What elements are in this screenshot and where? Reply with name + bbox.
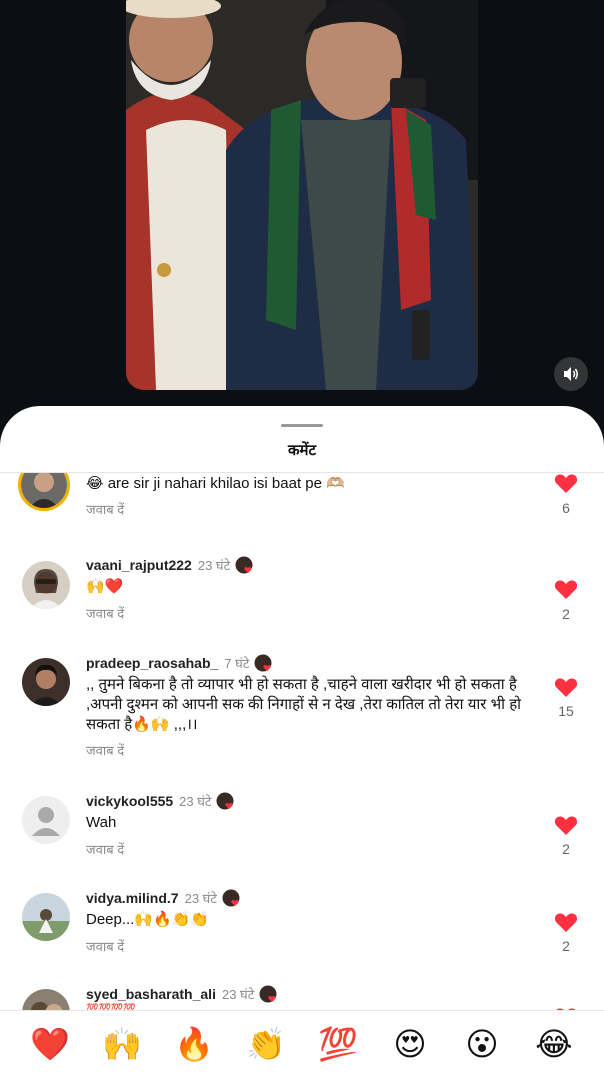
emoji-reaction-bar: ❤️ 🙌 🔥 👏 💯 😍 😮 😂 — [0, 1010, 604, 1076]
comment-meta: pradeep_raosahab_ 7 घंटे — [86, 653, 273, 673]
avatar[interactable] — [22, 561, 70, 609]
creator-liked-icon — [254, 654, 272, 671]
sheet-title: कमेंट — [287, 442, 317, 459]
comment-item: pradeep_raosahab_ 7 घंटे ,, तुमने बिकना … — [0, 653, 604, 763]
emoji-raised-hands-button[interactable]: 🙌 — [100, 1026, 144, 1062]
mute-toggle-button[interactable] — [554, 357, 588, 391]
emoji-fire-button[interactable]: 🔥 — [172, 1026, 216, 1062]
avatar[interactable] — [22, 989, 70, 1010]
video-player[interactable] — [126, 0, 478, 390]
reply-button[interactable]: जवाब दें — [86, 500, 124, 518]
avatar-image — [22, 561, 70, 609]
video-frame-image — [126, 0, 478, 390]
comment-text: 😂 are sir ji nahari khilao isi baat pe 🫶… — [86, 475, 345, 492]
like-count: 2 — [562, 938, 570, 954]
avatar[interactable] — [22, 796, 70, 844]
creator-liked-icon — [259, 985, 277, 1002]
heart-icon[interactable] — [554, 911, 578, 933]
like-count: 2 — [562, 841, 570, 857]
emoji-hundred-button[interactable]: 💯 — [316, 1026, 360, 1062]
timestamp: 23 घंटे — [197, 558, 231, 573]
heart-icon[interactable] — [554, 814, 578, 836]
comment-meta: vidya.milind.7 23 घंटे — [86, 888, 241, 908]
creator-liked-icon — [222, 889, 240, 906]
username[interactable]: vidya.milind.7 — [86, 890, 179, 906]
timestamp: 23 घंटे — [179, 794, 212, 809]
video-area — [0, 0, 604, 420]
comment-item: vaani_rajput222 23 घंटे 🙌❤️ जवाब दें 2 — [0, 555, 604, 625]
avatar[interactable] — [18, 473, 70, 511]
speaker-icon — [564, 367, 579, 381]
avatar[interactable] — [22, 658, 70, 706]
comment-text: Wah — [86, 814, 117, 831]
comment-item: syed_basharath_ali 23 घंटे 💯💯💯💯 — [0, 984, 604, 1010]
reply-button[interactable]: जवाब दें — [86, 937, 124, 955]
username[interactable]: vaani_rajput222 — [86, 557, 192, 573]
comment-item: vickykool555 23 घंटे Wah जवाब दें 2 — [0, 791, 604, 861]
timestamp: 23 घंटे — [184, 891, 217, 906]
reply-button[interactable]: जवाब दें — [86, 741, 124, 759]
comment-text: 🙌❤️ — [86, 578, 124, 595]
comment-item: vidya.milind.7 23 घंटे Deep...🙌🔥👏👏 जवाब … — [0, 888, 604, 958]
username[interactable]: syed_basharath_ali — [86, 986, 216, 1002]
heart-icon[interactable] — [554, 578, 578, 600]
timestamp: 23 घंटे — [221, 987, 255, 1002]
emoji-surprised-button[interactable]: 😮 — [460, 1026, 504, 1062]
like-count: 15 — [558, 703, 574, 719]
like-count: 2 — [562, 606, 570, 622]
comment-text: Deep...🙌🔥👏👏 — [86, 911, 210, 928]
comment-text: ,, तुमने बिकना है तो व्यापार भी हो सकता … — [86, 676, 522, 733]
username[interactable]: pradeep_raosahab_ — [86, 655, 218, 671]
avatar-image — [21, 473, 67, 508]
reply-button[interactable]: जवाब दें — [86, 604, 124, 622]
creator-liked-icon — [216, 792, 234, 809]
comment-meta: vaani_rajput222 23 घंटे — [86, 555, 254, 575]
avatar-image — [22, 989, 70, 1010]
creator-liked-icon — [235, 556, 253, 573]
heart-icon[interactable] — [554, 473, 578, 494]
reply-button[interactable]: जवाब दें — [86, 840, 124, 858]
emoji-heart-button[interactable]: ❤️ — [28, 1026, 72, 1062]
avatar[interactable] — [22, 893, 70, 941]
avatar-image — [22, 658, 70, 706]
heart-icon[interactable] — [554, 676, 578, 698]
comments-sheet: कमेंट 😂 are sir ji nahari khilao isi baa… — [0, 406, 604, 1076]
comment-meta: vickykool555 23 घंटे — [86, 791, 235, 811]
comment-meta: syed_basharath_ali 23 घंटे — [86, 984, 278, 1004]
timestamp: 7 घंटे — [224, 656, 250, 671]
drag-handle[interactable] — [281, 424, 323, 427]
username[interactable]: vickykool555 — [86, 793, 173, 809]
comment-list[interactable]: 😂 are sir ji nahari khilao isi baat pe 🫶… — [0, 473, 604, 1010]
emoji-clap-button[interactable]: 👏 — [244, 1026, 288, 1062]
like-count: 6 — [562, 500, 570, 516]
default-avatar-icon — [22, 796, 70, 844]
avatar-image — [22, 893, 70, 941]
comment-item: 😂 are sir ji nahari khilao isi baat pe 🫶… — [0, 473, 604, 518]
emoji-heart-eyes-button[interactable]: 😍 — [388, 1026, 432, 1062]
emoji-joy-button[interactable]: 😂 — [532, 1026, 576, 1062]
